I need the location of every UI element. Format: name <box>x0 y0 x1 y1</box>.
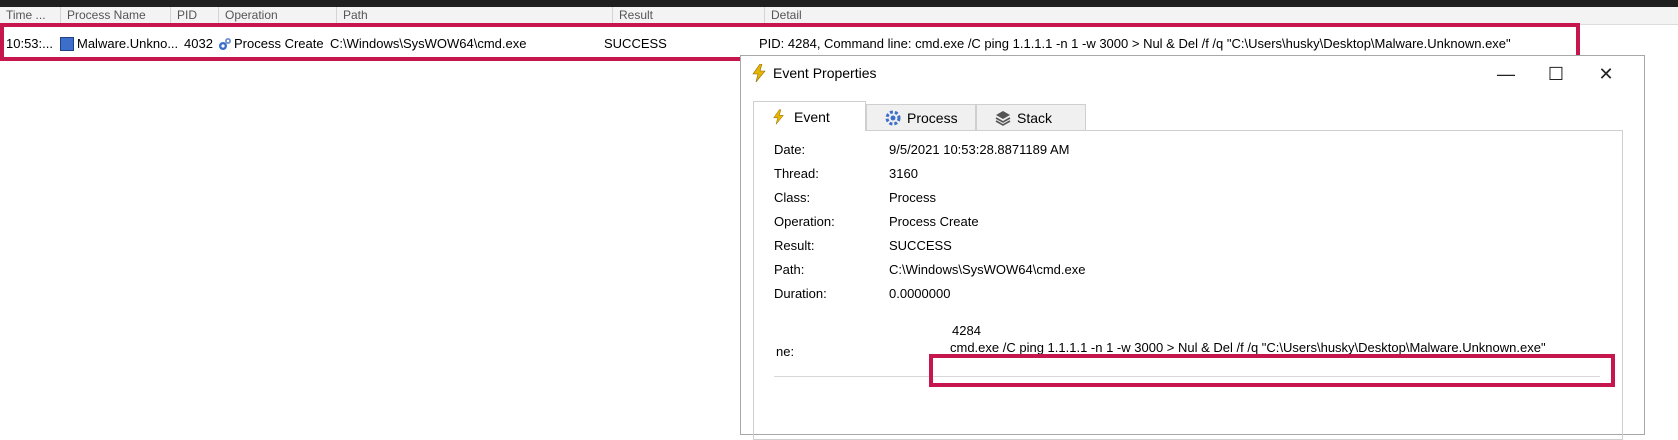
tab-process[interactable]: Process <box>866 104 976 130</box>
column-detail[interactable]: Detail <box>764 7 1678 24</box>
column-result[interactable]: Result <box>612 7 764 24</box>
field-value-path: C:\Windows\SysWOW64\cmd.exe <box>889 262 1086 277</box>
tab-stack-label: Stack <box>1017 110 1053 126</box>
column-time[interactable]: Time ... <box>0 7 60 24</box>
detail-pid: 4284 <box>952 323 981 338</box>
close-button[interactable]: ✕ <box>1586 60 1626 88</box>
tab-process-label: Process <box>907 110 958 126</box>
field-label-operation: Operation: <box>774 214 835 229</box>
column-process-name[interactable]: Process Name <box>60 7 170 24</box>
column-path[interactable]: Path <box>336 7 612 24</box>
lightning-icon <box>752 64 766 82</box>
field-value-class: Process <box>889 190 936 205</box>
column-pid[interactable]: PID <box>170 7 218 24</box>
field-label-path: Path: <box>774 262 805 277</box>
field-label-result: Result: <box>774 238 815 253</box>
tab-event-label: Event <box>794 109 830 125</box>
dialog-title-bar[interactable]: Event Properties — ☐ ✕ <box>741 56 1644 92</box>
detail-label: ne: <box>776 344 795 359</box>
tab-event[interactable]: Event <box>753 101 866 131</box>
field-label-duration: Duration: <box>774 286 827 301</box>
field-value-operation: Process Create <box>889 214 979 229</box>
event-panel: Date: 9/5/2021 10:53:28.8871189 AM Threa… <box>753 130 1623 440</box>
gear-icon <box>885 110 901 126</box>
field-label-date: Date: <box>774 142 806 157</box>
detail-command-line[interactable]: cmd.exe /C ping 1.1.1.1 -n 1 -w 3000 > N… <box>950 340 1546 355</box>
tab-stack[interactable]: Stack <box>976 104 1086 130</box>
field-value-result: SUCCESS <box>889 238 952 253</box>
field-label-class: Class: <box>774 190 811 205</box>
tab-strip: Event Process Stack <box>753 101 1623 131</box>
lightning-icon <box>773 109 784 125</box>
field-value-date: 9/5/2021 10:53:28.8871189 AM <box>889 142 1070 157</box>
top-bar <box>0 0 1678 7</box>
layers-icon <box>995 111 1011 126</box>
dialog-title: Event Properties <box>773 65 877 81</box>
field-value-duration: 0.0000000 <box>889 286 951 301</box>
field-label-thread: Thread: <box>774 166 819 181</box>
field-value-thread: 3160 <box>889 166 918 181</box>
maximize-button[interactable]: ☐ <box>1536 60 1576 88</box>
minimize-button[interactable]: — <box>1486 60 1526 88</box>
command-highlight-box <box>929 354 1615 387</box>
column-operation[interactable]: Operation <box>218 7 336 24</box>
